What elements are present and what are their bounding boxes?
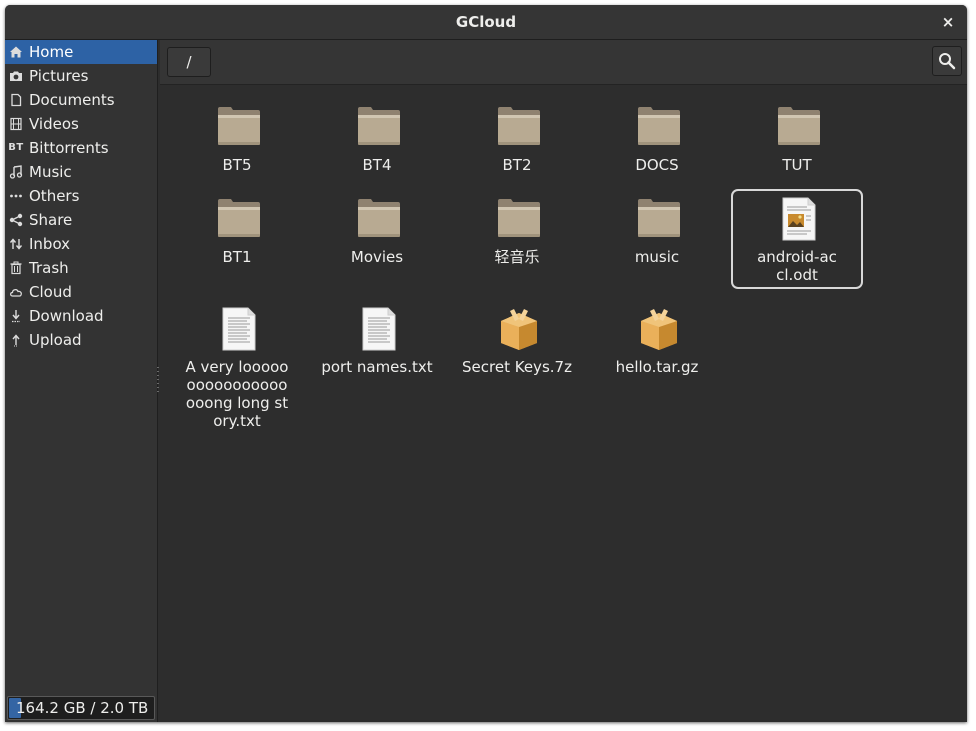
sidebar-item-label: Share — [29, 211, 73, 229]
file-name-label: 轻音乐 — [494, 248, 540, 266]
sidebar-item-videos[interactable]: Videos — [5, 112, 157, 136]
sidebar-item-trash[interactable]: Trash — [5, 256, 157, 280]
file-name-label: android-accl.odt — [757, 248, 837, 284]
file-item[interactable]: hello.tar.gz — [591, 299, 723, 419]
cloud-icon — [9, 285, 23, 299]
sidebar-item-label: Inbox — [29, 235, 71, 253]
folder-icon — [777, 105, 821, 149]
folder-item[interactable]: BT4 — [311, 97, 443, 181]
window-title: GCloud — [455, 13, 517, 31]
bittorrent-glyph: BT — [8, 142, 24, 153]
folder-item[interactable]: DOCS — [591, 97, 723, 181]
music-note-icon — [9, 165, 23, 179]
file-name-label: DOCS — [635, 156, 679, 174]
close-icon: × — [941, 13, 955, 31]
archive-box-icon — [637, 307, 681, 351]
bittorrent-icon: BT — [8, 141, 23, 155]
folder-icon — [357, 105, 401, 149]
folder-item[interactable]: Movies — [311, 189, 443, 289]
file-item[interactable]: Secret Keys.7z — [451, 299, 583, 419]
file-name-label: BT1 — [222, 248, 252, 266]
file-item[interactable]: android-accl.odt — [731, 189, 863, 289]
sidebar-item-label: Download — [29, 307, 104, 325]
folder-icon — [637, 105, 681, 149]
sidebar-item-pictures[interactable]: Pictures — [5, 64, 157, 88]
folder-item[interactable]: BT1 — [171, 189, 303, 289]
sidebar-item-cloud[interactable]: Cloud — [5, 280, 157, 304]
folder-item[interactable]: BT2 — [451, 97, 583, 181]
folder-icon — [497, 197, 541, 241]
text-file-icon — [357, 307, 401, 351]
film-icon — [9, 117, 23, 131]
folder-item[interactable]: 轻音乐 — [451, 189, 583, 289]
sidebar-item-home[interactable]: Home — [5, 40, 157, 64]
sidebar-item-upload[interactable]: Upload — [5, 328, 157, 352]
sidebar-item-label: Bittorrents — [29, 139, 109, 157]
sidebar-item-label: Trash — [29, 259, 69, 277]
storage-usage-label: 164.2 GB / 2.0 TB — [16, 699, 149, 717]
sidebar-item-label: Pictures — [29, 67, 89, 85]
search-button[interactable] — [932, 46, 962, 76]
file-name-label: Movies — [350, 248, 404, 266]
sidebar-item-inbox[interactable]: Inbox — [5, 232, 157, 256]
file-name-label: TUT — [782, 156, 812, 174]
upload-icon — [9, 333, 23, 347]
file-name-label: A very looooooooooooooooooong long story… — [185, 358, 289, 430]
file-item[interactable]: port names.txt — [311, 299, 443, 419]
toolbar: / — [160, 40, 967, 85]
file-name-label: port names.txt — [321, 358, 433, 376]
path-button-root[interactable]: / — [167, 47, 211, 77]
close-button[interactable]: × — [939, 13, 957, 31]
text-file-icon — [217, 307, 261, 351]
file-name-label: hello.tar.gz — [615, 358, 699, 376]
search-icon — [939, 53, 956, 70]
folder-icon — [357, 197, 401, 241]
file-name-label: BT5 — [222, 156, 252, 174]
file-name-label: Secret Keys.7z — [462, 358, 572, 376]
folder-icon — [497, 105, 541, 149]
sidebar-item-bittorrents[interactable]: BT Bittorrents — [5, 136, 157, 160]
transfer-arrows-icon — [9, 237, 23, 251]
sidebar-item-label: Upload — [29, 331, 82, 349]
sidebar-item-label: Videos — [29, 115, 79, 133]
sidebar-item-label: Others — [29, 187, 80, 205]
file-name-label: music — [634, 248, 680, 266]
storage-usage-bar: 164.2 GB / 2.0 TB — [7, 696, 155, 720]
sidebar-item-music[interactable]: Music — [5, 160, 157, 184]
folder-item[interactable]: music — [591, 189, 723, 289]
folder-icon — [217, 105, 261, 149]
title-bar[interactable]: GCloud × — [5, 5, 967, 40]
archive-box-icon — [497, 307, 541, 351]
sidebar-item-documents[interactable]: Documents — [5, 88, 157, 112]
file-name-label: BT4 — [362, 156, 392, 174]
home-icon — [9, 45, 23, 59]
document-icon — [9, 93, 23, 107]
more-dots-icon — [9, 189, 23, 203]
sidebar-item-label: Documents — [29, 91, 115, 109]
download-icon — [9, 309, 23, 323]
odt-document-icon — [777, 197, 821, 241]
file-name-label: BT2 — [502, 156, 532, 174]
file-grid: BT5 BT4 BT2 DOCS TUT BT1 Movies 轻音乐 music android… — [160, 85, 967, 722]
file-item[interactable]: A very looooooooooooooooooong long story… — [171, 299, 303, 430]
folder-icon — [637, 197, 681, 241]
folder-item[interactable]: TUT — [731, 97, 863, 181]
sidebar-item-download[interactable]: Download — [5, 304, 157, 328]
app-window: GCloud × Home Pictures Documents Videos BT Bi… — [5, 5, 967, 722]
sidebar: Home Pictures Documents Videos BT Bittorrents… — [5, 40, 158, 722]
sidebar-item-label: Music — [29, 163, 72, 181]
folder-icon — [217, 197, 261, 241]
sidebar-list: Home Pictures Documents Videos BT Bittorrents… — [5, 40, 157, 352]
trash-icon — [9, 261, 23, 275]
sidebar-item-label: Home — [29, 43, 74, 61]
sidebar-item-others[interactable]: Others — [5, 184, 157, 208]
share-icon — [9, 213, 23, 227]
sidebar-item-share[interactable]: Share — [5, 208, 157, 232]
sidebar-resize-handle[interactable] — [157, 367, 159, 395]
sidebar-item-label: Cloud — [29, 283, 72, 301]
folder-item[interactable]: BT5 — [171, 97, 303, 181]
camera-icon — [9, 69, 23, 83]
